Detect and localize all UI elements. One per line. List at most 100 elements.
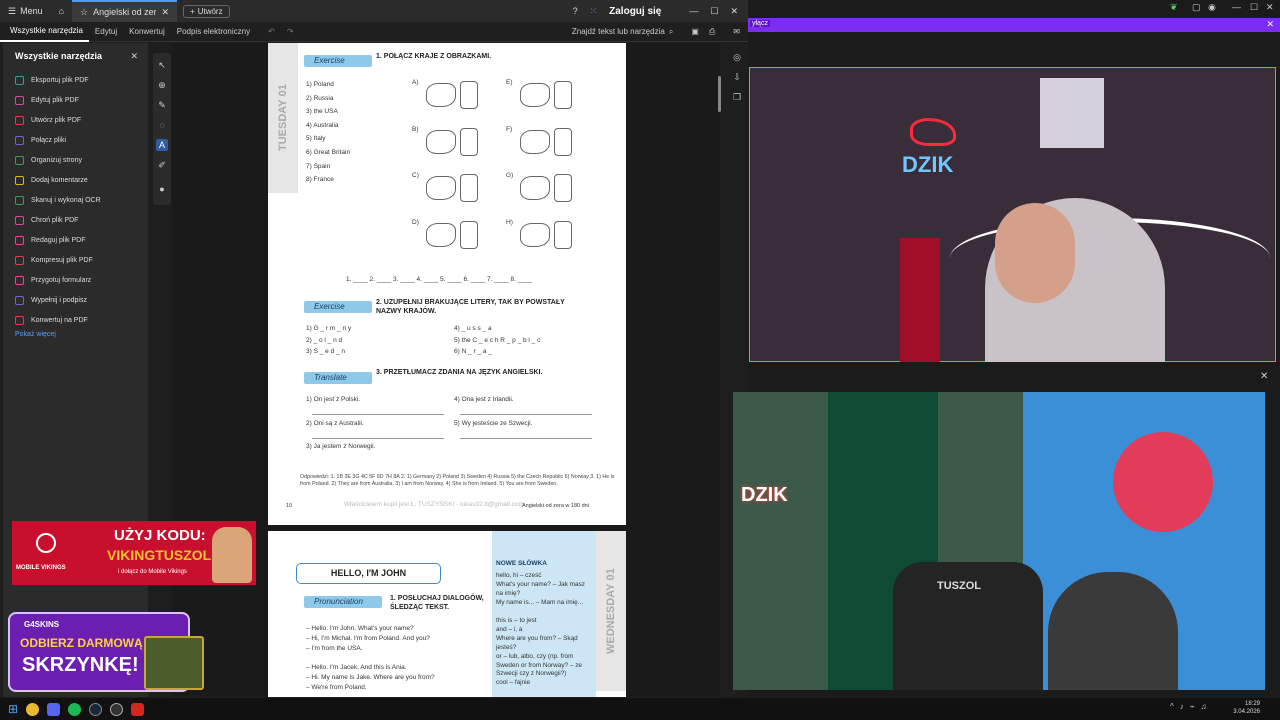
sidebar-item[interactable]: Wypełnij i podpisz xyxy=(15,294,87,306)
acrobat-icon[interactable] xyxy=(131,702,145,716)
clock-date: 3.04.2026 xyxy=(1233,709,1260,715)
save-icon[interactable]: ▣ xyxy=(691,27,699,36)
tab-esign[interactable]: Podpis elektroniczny xyxy=(171,22,256,42)
search-icon[interactable]: ⌕ xyxy=(669,27,673,37)
close-2-icon[interactable]: ✕ xyxy=(1266,2,1274,13)
text-select-icon[interactable]: A xyxy=(156,139,168,151)
mic-icon[interactable]: ♪ xyxy=(1180,702,1190,711)
stamp-icon[interactable]: ✐ xyxy=(156,159,168,171)
close-cam-icon[interactable]: ✕ xyxy=(1260,371,1268,382)
answer-line xyxy=(312,414,444,415)
sidebar-item[interactable]: Edytuj plik PDF xyxy=(15,94,79,106)
book-title-footer: Angielski od zera w 180 dni xyxy=(522,503,589,509)
apps-grid-icon[interactable]: ⁙ xyxy=(590,6,598,17)
tab-convert[interactable]: Konwertuj xyxy=(123,22,171,42)
minimize-2-icon[interactable]: — xyxy=(1232,2,1241,12)
start-icon[interactable]: ⊞ xyxy=(8,702,18,716)
spotify-icon[interactable] xyxy=(68,702,82,716)
select-cursor-icon[interactable]: ↖ xyxy=(156,59,168,71)
sidebar-item[interactable]: Konwertuj na PDF xyxy=(15,314,88,326)
scrollbar-thumb[interactable] xyxy=(718,76,721,112)
taskbar-clock[interactable]: 18:29 3.04.2026 xyxy=(1233,700,1260,716)
country-item: 6) Great Britain xyxy=(306,149,351,156)
obs-icon[interactable] xyxy=(110,702,124,716)
zoom-icon[interactable]: ⊕ xyxy=(156,79,168,91)
gaming-chair: TUSZOL xyxy=(893,562,1043,690)
undo-icon[interactable]: ↶ xyxy=(268,27,275,36)
purple-banner: yłącz ✕ xyxy=(748,18,1280,32)
comment-icon[interactable]: ◎ xyxy=(731,51,743,63)
document-tab[interactable]: ☆ Angielski od zera w ... ✕ xyxy=(72,0,178,22)
star-icon[interactable]: ☆ xyxy=(80,7,88,18)
day-number: 01 xyxy=(277,84,289,97)
map-sketch xyxy=(520,129,550,154)
sidebar-item[interactable]: Eksportuj plik PDF xyxy=(15,74,89,86)
picture-letter: G) xyxy=(506,172,514,179)
sidebar-item-label: Kompresuj plik PDF xyxy=(31,256,93,264)
discord-icon[interactable] xyxy=(47,702,61,716)
sidebar-item[interactable]: Chroń plik PDF xyxy=(15,214,78,226)
home-icon[interactable]: ⌂ xyxy=(51,6,72,16)
volume-icon[interactable]: ♫ xyxy=(1201,702,1213,711)
sidebar-item[interactable]: Kompresuj plik PDF xyxy=(15,254,93,266)
map-sketch xyxy=(426,83,456,107)
redo-icon[interactable]: ↷ xyxy=(287,27,294,36)
country-item: 2) Russia xyxy=(306,94,334,102)
search-tools-button[interactable]: Znajdź tekst lub narzędzia xyxy=(572,27,665,36)
sidebar-item[interactable]: Dodaj komentarze xyxy=(15,174,88,186)
close-tab-icon[interactable]: ✕ xyxy=(161,7,169,18)
close-panel-icon[interactable]: ✕ xyxy=(130,51,138,62)
tab-edit[interactable]: Edytuj xyxy=(89,22,123,42)
viking-portrait xyxy=(212,527,252,583)
translate-item: 5) Wy jesteście ze Szwecji. xyxy=(454,419,533,427)
print-icon[interactable]: ⎙ xyxy=(709,27,715,37)
menu-label: Menu xyxy=(20,6,43,16)
neon-logo-2: DZIK xyxy=(741,484,788,506)
sign-in-link[interactable]: Zaloguj się xyxy=(609,6,661,17)
minimize-icon[interactable]: — xyxy=(689,6,698,16)
day-label: TUESDAY xyxy=(277,99,289,152)
color-dot-icon[interactable]: ● xyxy=(156,183,168,195)
answer-line xyxy=(312,437,444,439)
export-icon[interactable]: ⇩ xyxy=(731,71,743,83)
close-window-icon[interactable]: ✕ xyxy=(730,6,738,17)
mobile-vikings-ad: MOBILE VIKINGS UŻYJ KODU: VIKINGTUSZOL i… xyxy=(12,521,256,585)
sidebar-item[interactable]: Skanuj i wykonaj OCR xyxy=(15,194,101,206)
sidebar-item[interactable]: Utwórz plik PDF xyxy=(15,114,81,126)
mail-icon[interactable]: ✉ xyxy=(733,27,740,36)
window-icon[interactable]: ▢ xyxy=(1192,2,1201,13)
sidebar-item[interactable]: Połącz pliki xyxy=(15,134,66,146)
maximize-icon[interactable]: ☐ xyxy=(710,6,718,17)
tab-all-tools[interactable]: Wszystkie narzędzia xyxy=(0,22,89,42)
network-icon[interactable]: ⌁ xyxy=(1190,702,1201,711)
help-icon[interactable]: ? xyxy=(573,6,578,16)
picture-letter: F) xyxy=(506,125,513,133)
pen-icon[interactable]: ✎ xyxy=(156,99,168,111)
promo-code: VIKINGTUSZOL xyxy=(107,547,212,563)
tool-icon xyxy=(15,155,24,165)
lasso-icon[interactable]: ◌ xyxy=(156,119,168,131)
pages-icon[interactable]: ❐ xyxy=(731,91,743,103)
watermark: Właścicielem kopii jest Ł. TUSZYŃSKI - l… xyxy=(344,501,524,508)
leaf-icon[interactable]: ❦ xyxy=(1170,2,1178,13)
document-view[interactable]: TUESDAY 01 Exercise 1. POŁĄCZ KRAJE Z OB… xyxy=(172,43,720,697)
steam-icon[interactable] xyxy=(89,702,103,716)
picture-letter: H) xyxy=(506,218,513,226)
account-icon[interactable]: ◉ xyxy=(1208,2,1216,13)
new-tab-button[interactable]: + Utwórz xyxy=(183,4,230,18)
menu-button[interactable]: ☰ Menu xyxy=(0,0,51,22)
chevron-up-icon[interactable]: ^ xyxy=(1170,702,1180,711)
landmark-sketch xyxy=(460,220,478,249)
promo-subtext: i dołącz do Mobile Vikings xyxy=(118,569,187,575)
show-more-link[interactable]: Pokaż więcej xyxy=(15,331,56,338)
close-banner-icon[interactable]: ✕ xyxy=(1266,19,1274,30)
streamer-head xyxy=(995,203,1075,303)
banner-text[interactable]: yłącz xyxy=(750,20,770,27)
sidebar-item[interactable]: Redaguj plik PDF xyxy=(15,234,85,246)
fill-in-item: 5) the C _ e c h R _ p _ b l _ c xyxy=(454,336,541,344)
vikings-brand: MOBILE VIKINGS xyxy=(16,565,66,571)
sidebar-item[interactable]: Przygotuj formularz xyxy=(15,274,91,286)
maximize-2-icon[interactable]: ☐ xyxy=(1250,2,1258,13)
chrome-icon[interactable] xyxy=(26,702,40,716)
sidebar-item[interactable]: Organizuj strony xyxy=(15,154,82,166)
